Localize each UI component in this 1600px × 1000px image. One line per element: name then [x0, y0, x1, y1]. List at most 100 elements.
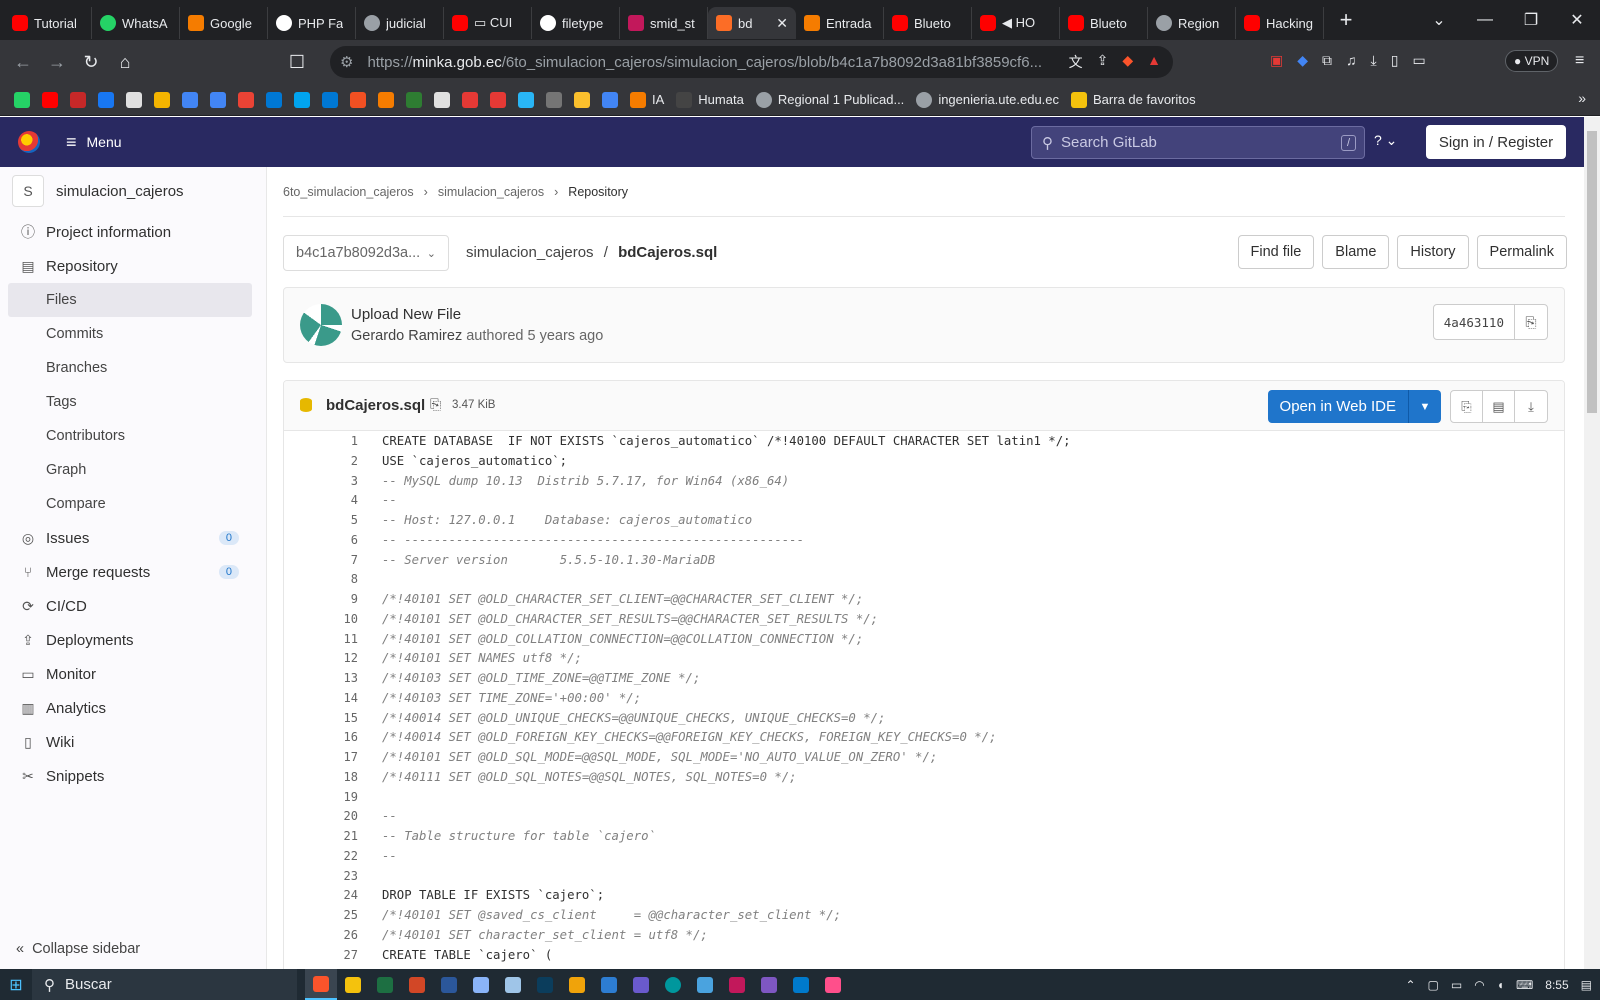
home-icon[interactable]: ⌂ [108, 52, 142, 73]
sidebar-item-contributors[interactable]: Contributors [0, 419, 266, 453]
share-icon[interactable]: ⇪ [1097, 52, 1109, 72]
bookmark-icon[interactable] [98, 91, 114, 108]
vscode-icon[interactable] [785, 969, 817, 1000]
sidebar-item-files[interactable]: Files [8, 283, 252, 317]
browser-tab[interactable]: Region [1148, 7, 1236, 39]
bookmarks-overflow-icon[interactable]: » [1578, 90, 1586, 106]
brave-rewards-icon[interactable]: ▲ [1147, 52, 1161, 72]
browser-tab[interactable]: ◀ HO [972, 7, 1060, 39]
line-number[interactable]: 7 [284, 551, 374, 571]
line-number[interactable]: 27 [284, 946, 374, 966]
browser-tab[interactable]: Blueto [1060, 7, 1148, 39]
terminal-icon[interactable] [529, 969, 561, 1000]
ref-selector[interactable]: b4c1a7b8092d3a... ⌄ [283, 235, 449, 271]
bookmark-icon[interactable] [70, 91, 86, 108]
chevron-up-icon[interactable]: ⌃ [1405, 978, 1415, 992]
collapse-sidebar-button[interactable]: « Collapse sidebar [16, 941, 140, 957]
browser-tab[interactable]: Tutorial [4, 7, 92, 39]
commit-author[interactable]: Gerardo Ramirez [351, 328, 462, 344]
powerpoint-icon[interactable] [401, 969, 433, 1000]
close-window-icon[interactable]: ✕ [1554, 10, 1600, 30]
line-number[interactable]: 25 [284, 906, 374, 926]
bookmark-item[interactable]: Regional 1 Publicad... [755, 91, 904, 108]
search-input[interactable]: ⚲ Search GitLab / [1031, 126, 1365, 159]
line-number[interactable]: 12 [284, 649, 374, 669]
help-icon[interactable]: ? ⌄ [1374, 132, 1397, 149]
bookmark-icon[interactable] [350, 91, 366, 108]
scrollbar-thumb[interactable] [1587, 131, 1597, 413]
breadcrumb-item[interactable]: simulacion_cajeros [438, 185, 544, 199]
bookmark-icon[interactable] [518, 91, 534, 108]
line-number[interactable]: 19 [284, 788, 374, 808]
browser-tab[interactable]: Google [180, 7, 268, 39]
line-number[interactable]: 24 [284, 886, 374, 906]
sidebar-item-commits[interactable]: Commits [0, 317, 266, 351]
bookmark-icon[interactable] [322, 91, 338, 108]
translate-icon[interactable]: 文 [1069, 52, 1083, 72]
bookmark-icon[interactable] [14, 91, 30, 108]
history-button[interactable]: History [1397, 235, 1469, 269]
sidebar-item-deployments[interactable]: ⇪ Deployments [0, 623, 266, 657]
sidebar-item-tags[interactable]: Tags [0, 385, 266, 419]
bookmark-icon[interactable] [378, 91, 394, 108]
reload-icon[interactable]: ↻ [74, 52, 108, 73]
bookmark-item[interactable]: Humata [676, 91, 744, 108]
volume-icon[interactable]: ◖ [1497, 978, 1504, 992]
copy-path-icon[interactable]: ⎘ [430, 396, 441, 413]
browser-tab[interactable]: Blueto [884, 7, 972, 39]
sidebar-item-branches[interactable]: Branches [0, 351, 266, 385]
vpn-button[interactable]: ● VPN [1505, 50, 1559, 72]
sidebar-item-graph[interactable]: Graph [0, 453, 266, 487]
permalink-button[interactable]: Permalink [1476, 235, 1567, 269]
bookmark-icon[interactable] [546, 91, 562, 108]
sidebar-item-wiki[interactable]: ▯ Wiki [0, 725, 266, 759]
tab-search-icon[interactable]: ⌄ [1416, 10, 1462, 30]
minimize-icon[interactable]: — [1462, 11, 1508, 29]
open-web-ide-button[interactable]: Open in Web IDE [1267, 390, 1408, 423]
download-icon[interactable]: ⤓ [1371, 52, 1377, 69]
browser-tab[interactable]: filetype [532, 7, 620, 39]
breadcrumb-item[interactable]: Repository [568, 185, 628, 199]
line-number[interactable]: 23 [284, 867, 374, 887]
app-icon[interactable] [689, 969, 721, 1000]
raw-file-icon[interactable]: ▤ [1483, 391, 1515, 422]
project-link[interactable]: S simulacion_cajeros [12, 175, 266, 207]
media-icon[interactable]: ♫ [1346, 52, 1357, 69]
copy-icon[interactable]: ⎘ [1515, 305, 1547, 339]
find-file-button[interactable]: Find file [1237, 235, 1315, 269]
browser-tab[interactable]: Hacking [1236, 7, 1324, 39]
line-number[interactable]: 13 [284, 669, 374, 689]
line-number[interactable]: 3 [284, 472, 374, 492]
app-icon[interactable] [561, 969, 593, 1000]
bookmark-icon[interactable]: ☐ [280, 52, 314, 73]
bookmark-icon[interactable] [462, 91, 478, 108]
keyboard-icon[interactable]: ⌨ [1516, 978, 1533, 992]
line-number[interactable]: 4 [284, 491, 374, 511]
sidebar-item-repository[interactable]: ▤ Repository [0, 249, 266, 283]
close-tab-icon[interactable]: ✕ [776, 15, 788, 32]
breadcrumb-item[interactable]: 6to_simulacion_cajeros [283, 185, 414, 199]
app-icon[interactable] [593, 969, 625, 1000]
line-number[interactable]: 22 [284, 847, 374, 867]
line-number[interactable]: 8 [284, 570, 374, 590]
bookmark-icon[interactable] [42, 91, 58, 108]
app-icon[interactable] [497, 969, 529, 1000]
notifications-icon[interactable]: ▤ [1581, 978, 1592, 992]
sidebar-item-monitor[interactable]: ▭ Monitor [0, 657, 266, 691]
brave-shield-icon[interactable]: ◆ [1122, 52, 1133, 72]
sidebar-item-ci-cd[interactable]: ⟳ CI/CD [0, 589, 266, 623]
sidebar-item-snippets[interactable]: ✂ Snippets [0, 759, 266, 793]
line-number[interactable]: 18 [284, 768, 374, 788]
line-number[interactable]: 9 [284, 590, 374, 610]
forward-icon[interactable]: → [40, 52, 74, 73]
bookmark-icon[interactable] [182, 91, 198, 108]
line-number[interactable]: 11 [284, 630, 374, 650]
bookmark-item[interactable]: ingenieria.ute.edu.ec [916, 91, 1059, 108]
sidebar-icon[interactable]: ▯ [1391, 52, 1399, 69]
browser-tab[interactable]: smid_st [620, 7, 708, 39]
arduino-icon[interactable] [657, 969, 689, 1000]
commit-title[interactable]: Upload New File [351, 306, 461, 323]
bookmark-icon[interactable] [238, 91, 254, 108]
restore-icon[interactable]: ❐ [1508, 10, 1554, 30]
download-icon[interactable]: ⤓ [1515, 391, 1547, 422]
